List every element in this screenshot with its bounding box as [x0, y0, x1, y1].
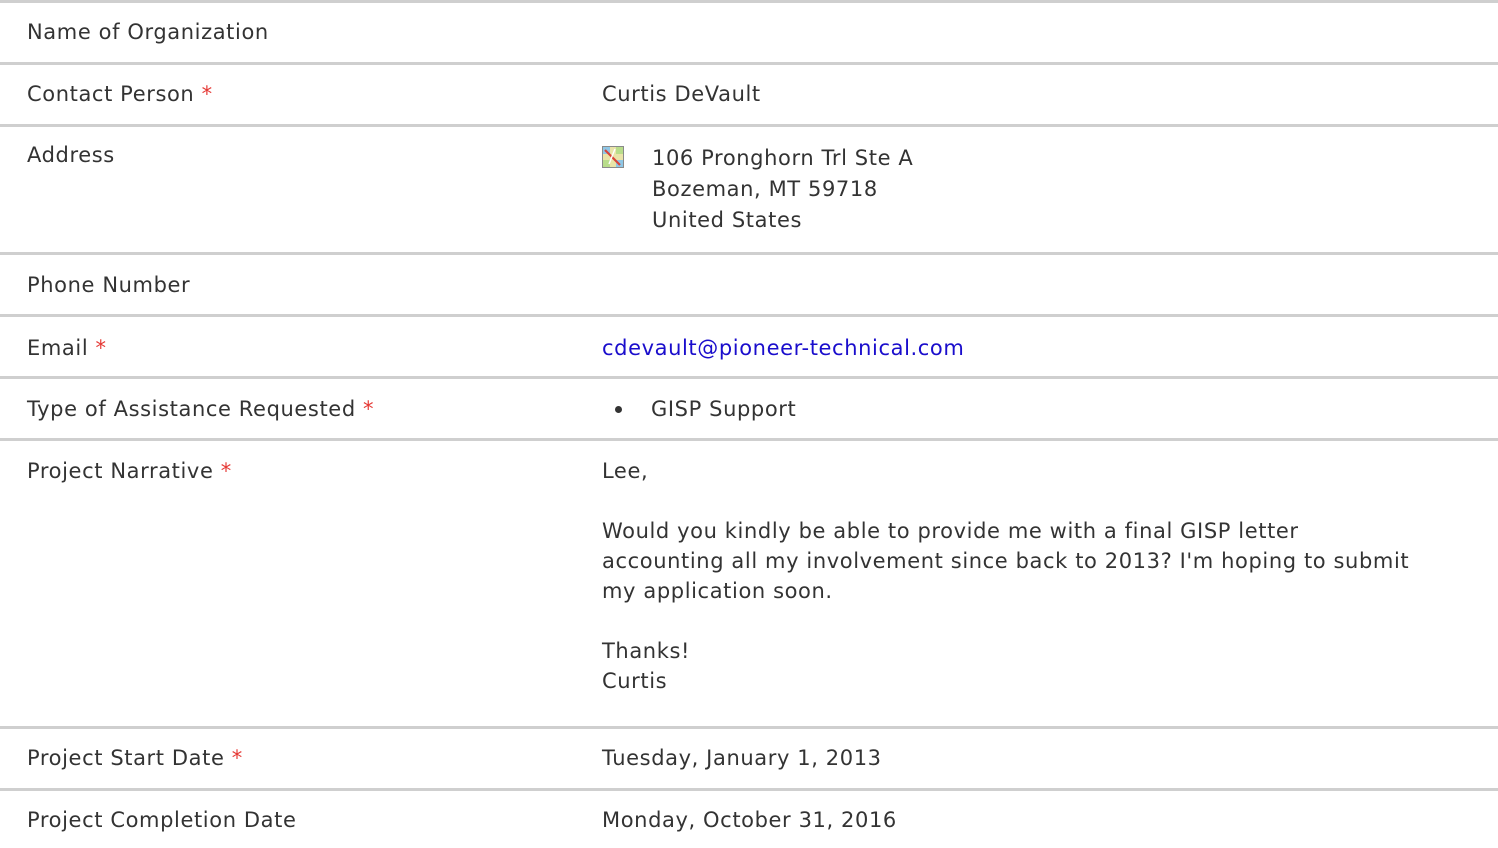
row-start-date: Project Start Date * Tuesday, January 1,…: [0, 729, 1498, 788]
field-label: Name of Organization: [27, 20, 269, 44]
address-line: United States: [652, 208, 803, 232]
row-contact-person: Contact Person * Curtis DeVault: [0, 65, 1498, 124]
row-completion-date: Project Completion Date Monday, October …: [0, 791, 1498, 848]
row-phone: Phone Number: [0, 255, 1498, 314]
address-line: 106 Pronghorn Trl Ste A: [652, 146, 914, 170]
row-organization: Name of Organization: [0, 3, 1498, 62]
field-label: Contact Person *: [27, 82, 213, 106]
field-label: Project Completion Date: [27, 808, 297, 832]
required-marker: *: [220, 459, 232, 483]
list-bullet: [615, 406, 622, 413]
narrative-line: accounting all my involvement since back…: [602, 549, 1410, 573]
row-email: Email * cdevault@pioneer-technical.com: [0, 317, 1498, 376]
completion-date-value: Monday, October 31, 2016: [602, 808, 897, 832]
narrative-signature: Curtis: [602, 669, 668, 693]
address-line: Bozeman, MT 59718: [652, 177, 878, 201]
narrative-line: Would you kindly be able to provide me w…: [602, 519, 1299, 543]
field-label: Type of Assistance Requested *: [27, 397, 375, 421]
row-address: Address 106 Pronghorn Trl Ste A Bozeman,…: [0, 127, 1498, 252]
narrative-greeting: Lee,: [602, 459, 649, 483]
project-narrative-value: Lee, Would you kindly be able to provide…: [602, 456, 1409, 696]
assistance-item: GISP Support: [651, 397, 797, 421]
email-link[interactable]: cdevault@pioneer-technical.com: [602, 333, 964, 363]
narrative-line: my application soon.: [602, 579, 833, 603]
required-marker: *: [201, 82, 213, 106]
field-label: Phone Number: [27, 273, 191, 297]
map-icon[interactable]: [602, 146, 624, 168]
field-label: Project Start Date *: [27, 746, 243, 770]
required-marker: *: [231, 746, 243, 770]
field-label: Email *: [27, 336, 107, 360]
row-project-narrative: Project Narrative * Lee, Would you kindl…: [0, 441, 1498, 726]
narrative-closing: Thanks!: [602, 639, 691, 663]
start-date-value: Tuesday, January 1, 2013: [602, 746, 882, 770]
required-marker: *: [363, 397, 375, 421]
contact-person-value: Curtis DeVault: [602, 82, 761, 106]
address-value: 106 Pronghorn Trl Ste A Bozeman, MT 5971…: [652, 143, 913, 236]
required-marker: *: [95, 336, 107, 360]
field-label: Address: [27, 143, 115, 167]
row-assistance-type: Type of Assistance Requested * GISP Supp…: [0, 379, 1498, 438]
field-label: Project Narrative *: [27, 459, 232, 483]
